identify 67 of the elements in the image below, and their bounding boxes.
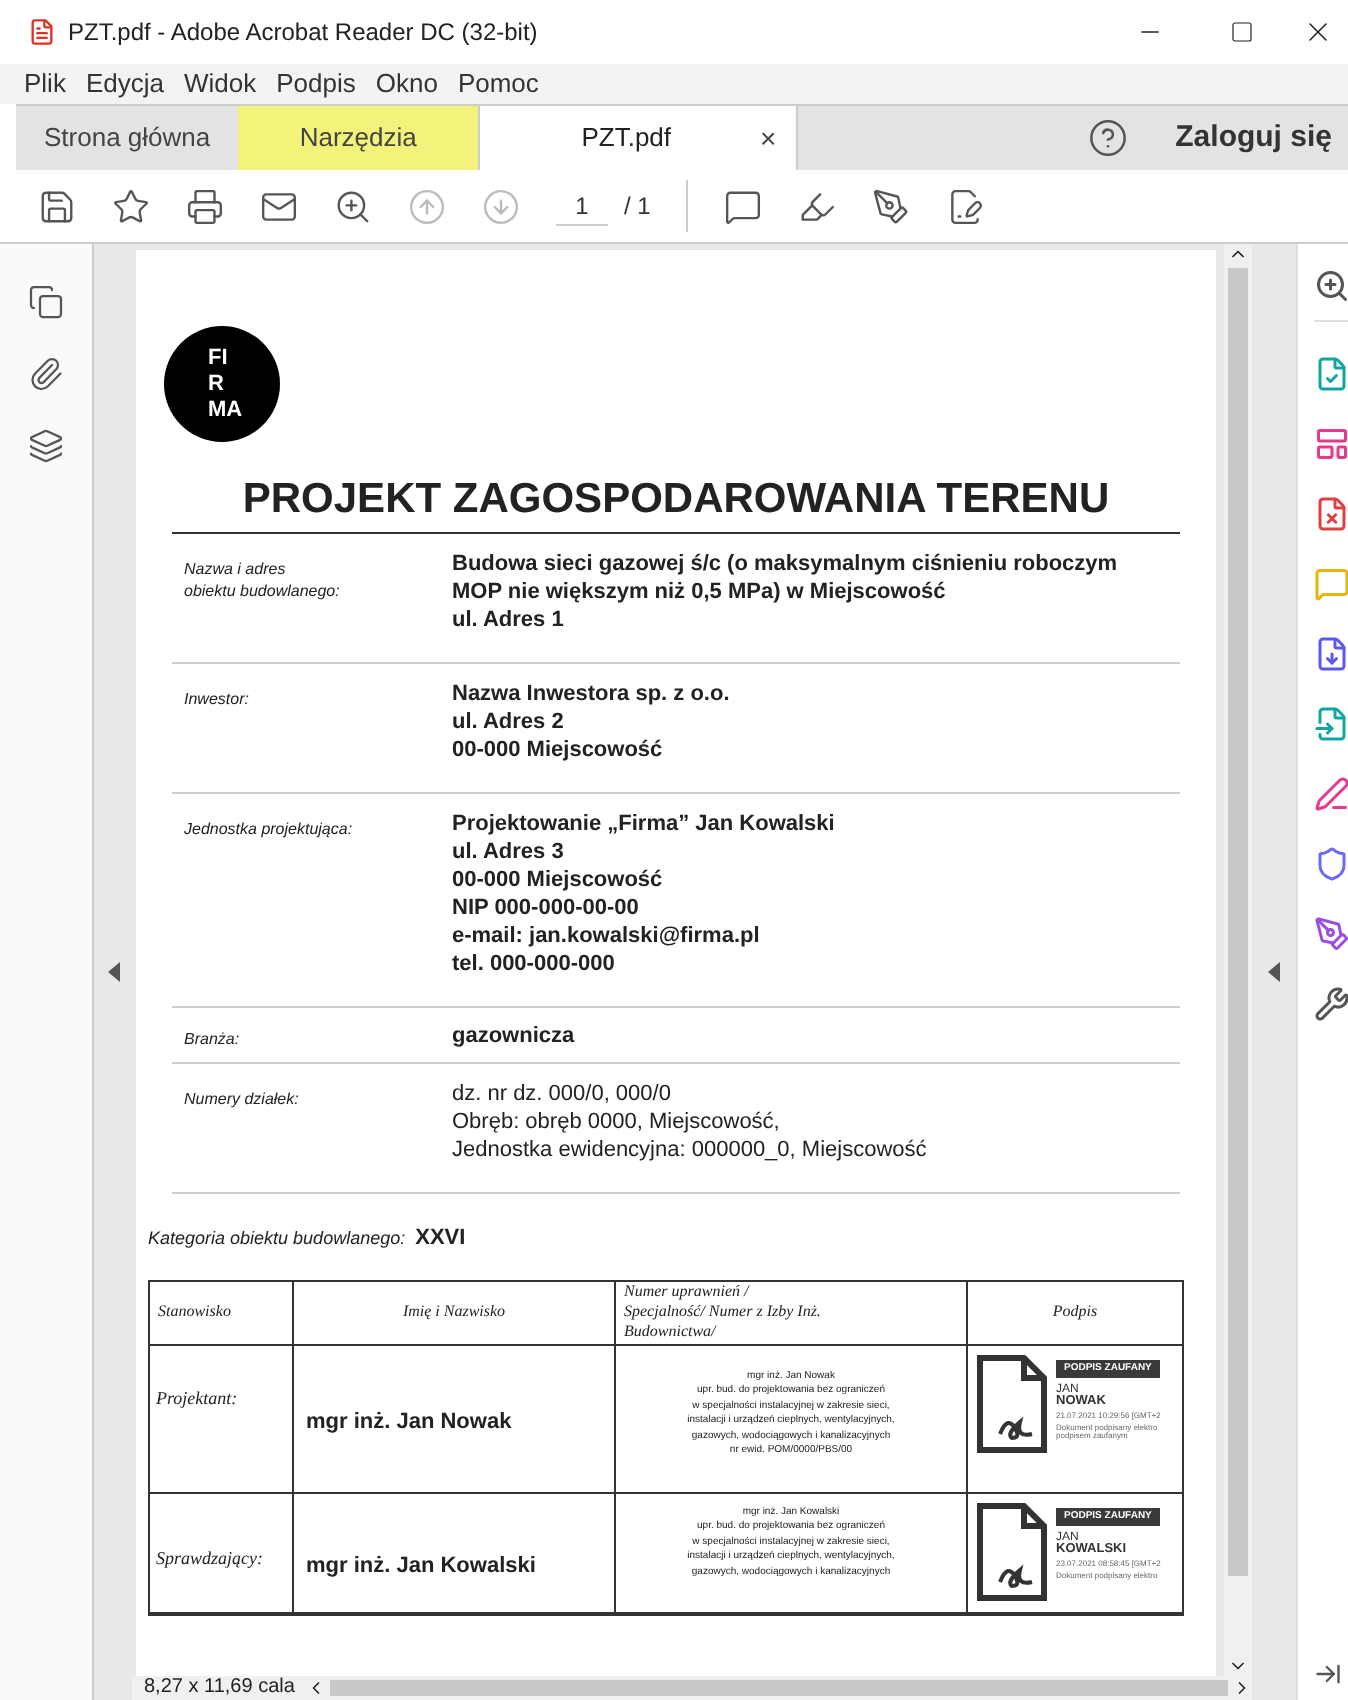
star-icon[interactable] bbox=[112, 187, 150, 225]
signed-document-icon bbox=[976, 1353, 1048, 1453]
field-value: dz. nr dz. 000/0, 000/0 Obręb: obręb 0000, Miejscowość, Jednostka ewidencyjna: 000000_0, Miejscowość bbox=[452, 1080, 927, 1166]
expand-panel-icon[interactable] bbox=[1314, 1660, 1342, 1688]
zoom-icon[interactable] bbox=[1314, 268, 1348, 322]
tab[interactable]: Strona główna bbox=[16, 106, 239, 170]
window-title: PZT.pdf - Adobe Acrobat Reader DC (32-bit) bbox=[68, 16, 538, 50]
collapse-left-icon[interactable] bbox=[107, 962, 119, 982]
paperclip-icon[interactable] bbox=[28, 356, 64, 392]
search-icon[interactable] bbox=[334, 187, 372, 225]
page-number-field[interactable]: 1 bbox=[556, 187, 608, 225]
file-input-icon[interactable] bbox=[1314, 706, 1348, 742]
page-total: / 1 bbox=[624, 190, 651, 224]
layout-icon[interactable] bbox=[1314, 426, 1348, 462]
page-size-label: 8,27 x 11,69 cala bbox=[142, 1678, 297, 1698]
mail-icon[interactable] bbox=[260, 187, 298, 225]
highlighter-icon[interactable] bbox=[798, 187, 837, 225]
pen-nib-icon[interactable] bbox=[872, 187, 911, 225]
document-edit-icon[interactable] bbox=[946, 187, 985, 225]
column-header: Podpis bbox=[1050, 1300, 1100, 1324]
menu-item[interactable]: Widok bbox=[183, 64, 257, 104]
field-value: gazownicza bbox=[452, 1021, 575, 1049]
collapse-left-icon[interactable] bbox=[1268, 962, 1280, 982]
file-download-icon[interactable] bbox=[1314, 636, 1348, 672]
field-label: Numery działek: bbox=[182, 1088, 301, 1112]
tab[interactable]: PZT.pdf × bbox=[478, 106, 799, 170]
sign-in-button[interactable]: Zaloguj się bbox=[1175, 106, 1348, 170]
wrench-icon[interactable] bbox=[1314, 986, 1348, 1022]
field-label: Nazwa i adres obiektu budowlanego: bbox=[182, 558, 342, 604]
close-tab-button[interactable]: × bbox=[759, 117, 777, 159]
column-header: Stanowisko bbox=[150, 1281, 294, 1343]
role-cell: Projektant: bbox=[150, 1345, 294, 1491]
horizontal-scrollbar-thumb[interactable] bbox=[330, 1680, 1228, 1696]
layers-icon[interactable] bbox=[28, 428, 64, 464]
pen-icon[interactable] bbox=[1314, 776, 1348, 812]
menu-item[interactable]: Pomoc bbox=[457, 64, 539, 104]
pen-tool-icon[interactable] bbox=[1314, 916, 1348, 952]
pages-icon[interactable] bbox=[28, 284, 64, 320]
field-value: Nazwa Inwestora sp. z o.o. ul. Adres 2 00-000 Miejscowość bbox=[452, 680, 730, 766]
tab[interactable]: Narzędzia bbox=[238, 106, 479, 170]
name-cell: mgr inż. Jan Kowalski bbox=[294, 1493, 616, 1611]
column-header: Imię i Nazwisko bbox=[294, 1281, 616, 1343]
role-cell: Sprawdzający: bbox=[150, 1493, 294, 1611]
field-label: Inwestor: bbox=[182, 688, 251, 712]
signed-document-icon bbox=[976, 1501, 1048, 1601]
menu-item[interactable]: Plik bbox=[24, 64, 66, 104]
field-value: Projektowanie „Firma” Jan Kowalski ul. Adres 3 00-000 Miejscowość NIP 000-000-00-00 e-mail: jan.kowalski@firma.pl tel. 000-000-000 bbox=[452, 810, 835, 980]
field-label: Jednostka projektująca: bbox=[182, 818, 355, 842]
field-value: Budowa sieci gazowej ś/c (o maksymalnym ciśnieniu roboczym MOP nie większym niż 0,5 MPa) w Miejscowość ul. Adres 1 bbox=[452, 550, 1118, 636]
file-check-icon[interactable] bbox=[1314, 356, 1348, 392]
category-value: XXVI bbox=[415, 1224, 466, 1254]
menu-item[interactable]: Podpis bbox=[276, 64, 356, 104]
save-icon[interactable] bbox=[38, 187, 76, 225]
print-icon[interactable] bbox=[186, 187, 224, 225]
shield-icon[interactable] bbox=[1314, 846, 1348, 882]
document-title: PROJEKT ZAGOSPODAROWANIA TERENU bbox=[240, 478, 1112, 520]
category-label: Kategoria obiektu budowlanego: bbox=[148, 1226, 406, 1252]
file-x-icon[interactable] bbox=[1314, 496, 1348, 532]
comment-icon[interactable] bbox=[724, 187, 763, 225]
column-header: Numer uprawnień / Specjalność/ Numer z Izby Inż. Budownictwa/ bbox=[616, 1281, 968, 1343]
pdf-file-icon bbox=[28, 18, 56, 46]
menu-item[interactable]: Edycja bbox=[85, 64, 164, 104]
menu-item[interactable]: Okno bbox=[375, 64, 438, 104]
field-label: Branża: bbox=[182, 1028, 242, 1050]
scrollbar-thumb[interactable] bbox=[1228, 268, 1248, 1576]
name-cell: mgr inż. Jan Nowak bbox=[294, 1345, 616, 1491]
company-logo: FI R MA bbox=[164, 326, 280, 442]
